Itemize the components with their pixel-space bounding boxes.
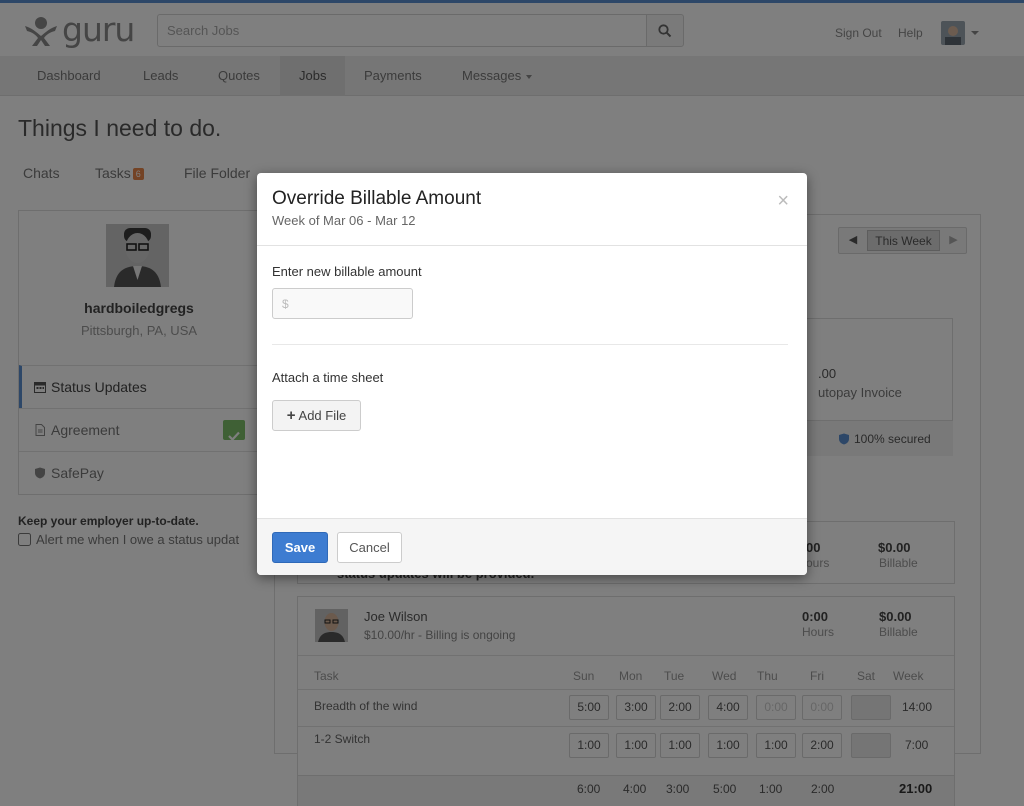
modal-header-divider: [257, 245, 807, 246]
cancel-button[interactable]: Cancel: [337, 532, 402, 563]
add-file-button[interactable]: + Add File: [272, 400, 361, 431]
attach-field-label: Attach a time sheet: [272, 370, 384, 385]
save-button[interactable]: Save: [272, 532, 328, 563]
plus-icon: +: [286, 407, 296, 424]
modal-section-divider: [272, 344, 788, 345]
override-billable-modal: Override Billable Amount Week of Mar 06 …: [257, 173, 807, 575]
close-icon[interactable]: ×: [777, 191, 789, 211]
modal-title: Override Billable Amount: [272, 188, 482, 209]
add-file-label: Add File: [298, 408, 347, 423]
modal-subtitle: Week of Mar 06 - Mar 12: [272, 213, 416, 228]
modal-footer: Save Cancel: [257, 518, 807, 575]
amount-field-label: Enter new billable amount: [272, 264, 422, 279]
billable-amount-input[interactable]: [272, 288, 413, 319]
